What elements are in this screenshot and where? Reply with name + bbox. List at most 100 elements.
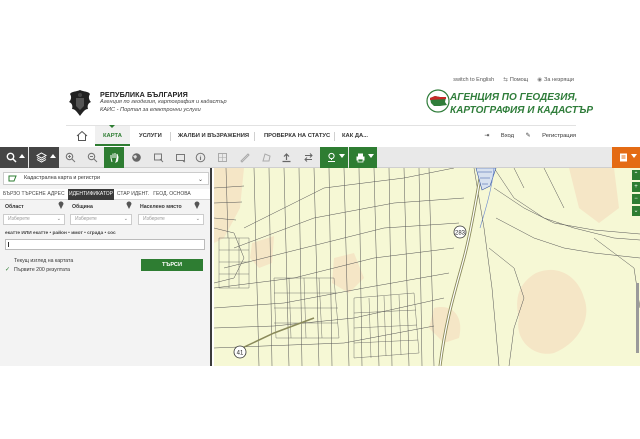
rectangle-select-icon [175,154,185,163]
location-pin-icon [327,152,335,162]
login-link[interactable]: ⇥ Вход [484,133,514,139]
chevron-down-icon [368,154,374,158]
road-label-283: 283 [455,231,466,237]
upload-button[interactable] [276,147,296,168]
switch-english-link[interactable]: switch to English [453,77,494,83]
ruler-icon [239,153,250,163]
portal-subtitle: КАИС - Портал за електронни услуги [100,107,201,113]
location-pin-icon [126,201,132,209]
list-menu-icon [619,153,627,162]
measure-area-icon [217,153,227,162]
identifier-hint: екатте ИЛИ екатте • район • имот • сград… [5,231,116,236]
select-area-icon [153,153,163,163]
identify-button[interactable] [148,147,168,168]
nav-services[interactable]: УСЛУГИ [139,126,162,146]
tab-address[interactable]: АДРЕС [45,189,67,200]
settlement-label: Населено място [140,204,182,210]
nav-map[interactable]: КАРТА [95,125,130,146]
bulgaria-map-icon [426,89,450,113]
search-icon [6,152,17,163]
tab-geodetic-base[interactable]: ГЕОД. ОСНОВА [153,189,191,200]
search-panel: Кадастрална карта и регистри ⌄ БЪРЗО ТЪР… [0,168,212,366]
globe-button[interactable] [126,147,146,168]
identifier-input[interactable] [5,239,205,250]
location-tool-button[interactable] [320,147,348,168]
home-icon[interactable] [76,130,88,142]
top-links: switch to English ⇆ Помощ ◉ За незрящи [453,77,574,83]
polygon-icon [261,153,271,162]
current-view-checkbox[interactable] [5,258,11,264]
map-side-control[interactable]: + [632,182,640,192]
chevron-down-icon [339,154,345,158]
zoom-out-icon [87,152,97,163]
nav-divider [170,132,171,141]
help-link[interactable]: ⇆ Помощ [503,77,528,83]
printer-icon [356,153,364,163]
nav-status-check[interactable]: ПРОВЕРКА НА СТАТУС [264,126,330,146]
search-tabs: БЪРЗО ТЪРСЕНЕ АДРЕС ИДЕНТИФИКАТОР СТАР И… [0,189,210,200]
agency-logo[interactable]: АГЕНЦИЯ ПО ГЕОДЕЗИЯ, КАРТОГРАФИЯ И КАДАС… [426,89,593,119]
zoom-in-button[interactable] [60,147,80,168]
location-pin-icon [194,201,200,209]
map-side-control[interactable]: ⌄ [632,206,640,216]
settlement-select[interactable]: Изберете ⌄ [138,214,204,225]
oblast-select[interactable]: Изберете ⌄ [3,214,65,225]
map-layer-icon [8,175,17,182]
site-header: РЕПУБЛИКА БЪЛГАРИЯ Агенция по геодезия, … [66,86,593,122]
upload-icon [282,153,290,163]
chevron-down-icon: ⌄ [197,177,203,183]
nav-complaints[interactable]: ЖАЛБИ И ВЪЗРАЖЕНИЯ [178,126,249,146]
link-icon: ⇆ [503,77,508,83]
nav-divider [334,132,335,141]
transfer-button[interactable] [298,147,318,168]
nav-how-to[interactable]: КАК ДА... [342,126,368,146]
tab-old-identifier[interactable]: СТАР ИДЕНТ. [115,189,151,200]
tab-identifier[interactable]: ИДЕНТИФИКАТОР [68,189,114,200]
first-200-checkbox[interactable]: ✓ [5,267,11,273]
measure-area-button[interactable] [212,147,232,168]
map-toolbar [0,147,640,168]
cadastral-map[interactable]: 283 41 ⌃ + − ⌄ [214,168,640,366]
map-side-control[interactable]: ⌃ [632,170,640,180]
main-nav: КАРТА УСЛУГИ ЖАЛБИ И ВЪЗРАЖЕНИЯ ПРОВЕРКА… [66,125,576,146]
search-button[interactable]: ТЪРСИ [141,259,203,271]
first-200-label: Първите 200 резултата [14,267,71,273]
obshtina-label: Община [72,204,93,210]
zoom-out-button[interactable] [82,147,102,168]
layer-select[interactable]: Кадастрална карта и регистри ⌄ [3,172,209,185]
layers-tool-button[interactable] [29,147,59,168]
swap-icon [303,153,313,162]
info-button[interactable] [190,147,210,168]
republic-title: РЕПУБЛИКА БЪЛГАРИЯ [100,90,188,99]
auth-links: ⇥ Вход ✎ Регистрация [474,126,576,146]
agency-subtitle: Агенция по геодезия, картография и кадас… [100,99,227,105]
location-pin-icon [58,201,64,209]
chevron-up-icon [19,154,25,158]
pan-tool-button[interactable] [104,147,124,168]
map-canvas[interactable]: 283 41 [214,168,640,366]
zoom-in-icon [65,152,75,163]
map-scrollbar[interactable] [636,283,639,353]
layers-icon [35,152,47,163]
globe-icon [131,153,141,162]
hand-icon [110,153,119,163]
draw-polygon-button[interactable] [256,147,276,168]
register-link[interactable]: ✎ Регистрация [526,133,576,139]
map-side-control[interactable]: − [632,194,640,204]
accessibility-link[interactable]: ◉ За незрящи [537,77,574,83]
current-view-label: Текущ изглед на картата [14,258,74,264]
info-icon [195,152,205,163]
bulgarian-crest-logo [69,90,91,116]
search-tool-button[interactable] [0,147,28,168]
tab-quick-search[interactable]: БЪРЗО ТЪРСЕНЕ [3,189,46,200]
chevron-up-icon [50,154,56,158]
print-tool-button[interactable] [349,147,377,168]
oblast-label: Област [5,204,24,210]
eye-icon: ◉ [537,77,543,83]
obshtina-select[interactable]: Изберете ⌄ [70,214,132,225]
measure-distance-button[interactable] [234,147,254,168]
nav-divider [254,132,255,141]
map-menu-button[interactable] [612,147,640,168]
road-label-41: 41 [237,351,244,357]
select-rect-button[interactable] [170,147,190,168]
